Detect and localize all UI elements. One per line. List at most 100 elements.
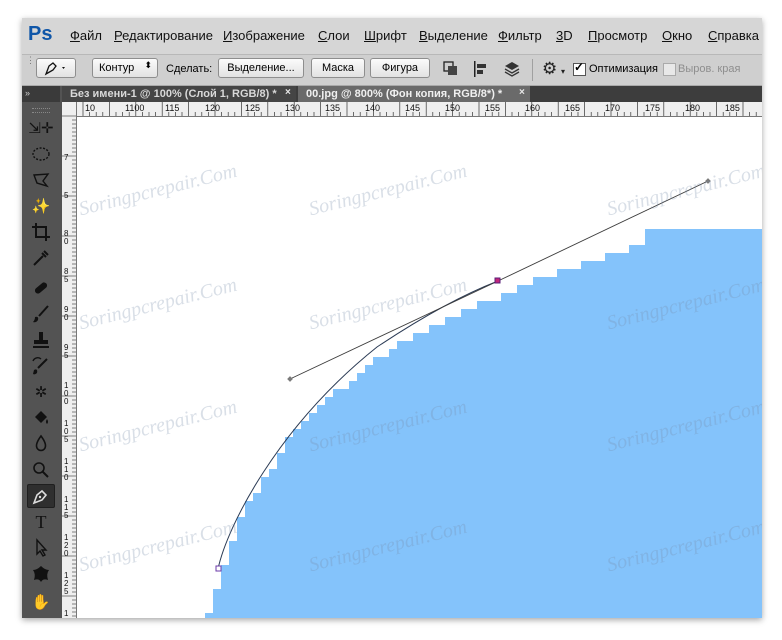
mode-select[interactable]: Контур ⬍ — [92, 58, 158, 78]
ruler-label: 0 — [64, 549, 69, 558]
align-edges-checkbox[interactable] — [663, 63, 676, 76]
ruler-label: 10 — [85, 103, 95, 113]
ruler-label: 160 — [525, 103, 540, 113]
align-edges-label: Выров. края — [678, 63, 741, 75]
shape-button[interactable]: Фигура — [370, 58, 430, 78]
path-alignment-icon[interactable] — [472, 60, 490, 78]
menu-window[interactable]: Окно — [662, 28, 692, 43]
crop-icon — [32, 223, 50, 241]
magic-wand-tool[interactable]: ✨ — [27, 194, 55, 218]
chevron-down-icon[interactable]: ▾ — [561, 67, 565, 76]
dodge-tool[interactable] — [27, 458, 55, 482]
options-bar: ⋮ Контур ⬍ Сделать: Выделение... Маска Ф… — [22, 55, 762, 86]
menu-edit[interactable]: Редактирование — [114, 28, 213, 43]
horizontal-ruler[interactable]: 10 1100 115 120 125 130 135 140 145 150 155 160 165 1… — [76, 102, 762, 117]
document-canvas[interactable]: Soringpcrepair.Com Soringpcrepair.Com So… — [77, 117, 762, 618]
ruler-label: 155 — [485, 103, 500, 113]
menu-view[interactable]: Просмотр — [588, 28, 647, 43]
handle-point-left — [287, 376, 293, 382]
ruler-label: 0 — [64, 473, 69, 482]
updown-arrows-icon: ⬍ — [144, 60, 152, 70]
toolbox: » ⇲✛ ✨ ✲ T ✋ — [22, 86, 60, 618]
mask-button[interactable]: Маска — [311, 58, 365, 78]
toolbox-header[interactable]: » — [22, 86, 60, 102]
grip-icon: ⋮ — [26, 55, 35, 65]
path-arrangement-icon[interactable] — [502, 59, 522, 79]
app-logo: Ps — [28, 23, 53, 45]
ruler-label: 185 — [725, 103, 740, 113]
pen-preset-icon — [44, 62, 65, 76]
ellipse-marquee-tool[interactable] — [27, 142, 55, 166]
eraser-icon: ✲ — [34, 384, 48, 401]
close-icon[interactable]: × — [519, 87, 525, 98]
tab-00-jpg[interactable]: 00.jpg @ 800% (Фон копия, RGB/8*) * × — [298, 86, 530, 102]
type-tool[interactable]: T — [27, 510, 55, 534]
mode-select-value: Контур — [99, 62, 135, 74]
ruler-label: 165 — [565, 103, 580, 113]
collapse-icon[interactable]: » — [25, 88, 30, 98]
history-brush-icon — [32, 357, 48, 375]
menu-image[interactable]: Изображение — [223, 28, 305, 43]
tab-untitled-1[interactable]: Без имени-1 @ 100% (Слой 1, RGB/8) * × — [62, 86, 296, 102]
tab-00-jpg-title: 00.jpg @ 800% (Фон копия, RGB/8*) * — [306, 88, 503, 100]
ruler-label: 7 — [64, 153, 69, 162]
move-tool[interactable]: ⇲✛ — [27, 116, 55, 140]
gear-icon[interactable]: ⚙ — [542, 59, 557, 79]
photoshop-window: Ps Файл Редактирование Изображение Слои … — [22, 18, 762, 618]
dodge-icon — [33, 462, 49, 478]
path-selection-tool[interactable] — [27, 536, 55, 560]
close-icon[interactable]: × — [285, 87, 291, 98]
hand-icon: ✋ — [31, 594, 51, 611]
menu-select[interactable]: Выделение — [419, 28, 488, 43]
stamp-icon — [33, 332, 49, 348]
ruler-label: 5 — [64, 351, 69, 360]
menu-type[interactable]: Шрифт — [364, 28, 407, 43]
eraser-tool[interactable]: ✲ — [27, 380, 55, 404]
healing-brush-tool[interactable] — [27, 276, 55, 300]
stamp-tool[interactable] — [27, 328, 55, 352]
ruler-label: 3 — [64, 617, 69, 618]
ruler-label: 135 — [325, 103, 340, 113]
ruler-label: 150 — [445, 103, 460, 113]
crop-tool[interactable] — [27, 220, 55, 244]
hand-tool[interactable]: ✋ — [27, 590, 55, 614]
menu-filter[interactable]: Фильтр — [498, 28, 542, 43]
ruler-label: 0 — [64, 397, 69, 406]
brush-tool[interactable] — [27, 302, 55, 326]
eyedropper-tool[interactable] — [27, 246, 55, 270]
ruler-label: 130 — [285, 103, 300, 113]
optimization-checkbox[interactable]: ✓ — [573, 60, 586, 76]
tool-preset-picker[interactable] — [36, 58, 76, 78]
ruler-label: 5 — [64, 511, 69, 520]
menu-layers[interactable]: Слои — [318, 28, 350, 43]
ruler-label: 175 — [645, 103, 660, 113]
custom-shape-tool[interactable] — [27, 562, 55, 586]
history-brush-tool[interactable] — [27, 354, 55, 378]
make-label: Сделать: — [166, 63, 213, 75]
move-icon: ⇲✛ — [28, 120, 54, 137]
menu-file[interactable]: Файл — [70, 28, 102, 43]
menu-3d[interactable]: 3D — [556, 28, 573, 43]
paint-bucket-tool[interactable] — [27, 406, 55, 430]
selection-button[interactable]: Выделение... — [218, 58, 304, 78]
eyedropper-icon — [33, 250, 49, 266]
canvas-artwork — [205, 178, 762, 618]
ruler-label: 170 — [605, 103, 620, 113]
ruler-label: 115 — [165, 103, 179, 113]
horizontal-ruler-ticks: 10 1100 115 120 125 130 135 140 145 150 155 160 165 1… — [82, 102, 757, 116]
ruler-label: 5 — [64, 191, 69, 200]
handle-point-right — [705, 178, 711, 184]
lasso-tool[interactable] — [27, 168, 55, 192]
pen-tool[interactable] — [27, 484, 55, 508]
ellipse-marquee-icon — [32, 147, 50, 161]
ruler-label: 1100 — [125, 103, 144, 113]
blur-tool[interactable] — [27, 432, 55, 456]
brush-icon — [33, 305, 49, 323]
path-selection-icon — [36, 538, 48, 557]
vertical-ruler[interactable]: 7580859095100105110115120125130 — [62, 102, 77, 618]
anchor-point-selected — [494, 277, 501, 284]
blur-icon — [35, 434, 47, 452]
tab-untitled-1-title: Без имени-1 @ 100% (Слой 1, RGB/8) * — [70, 88, 277, 100]
menu-help[interactable]: Справка — [708, 28, 759, 43]
path-operations-icon[interactable] — [442, 60, 460, 78]
